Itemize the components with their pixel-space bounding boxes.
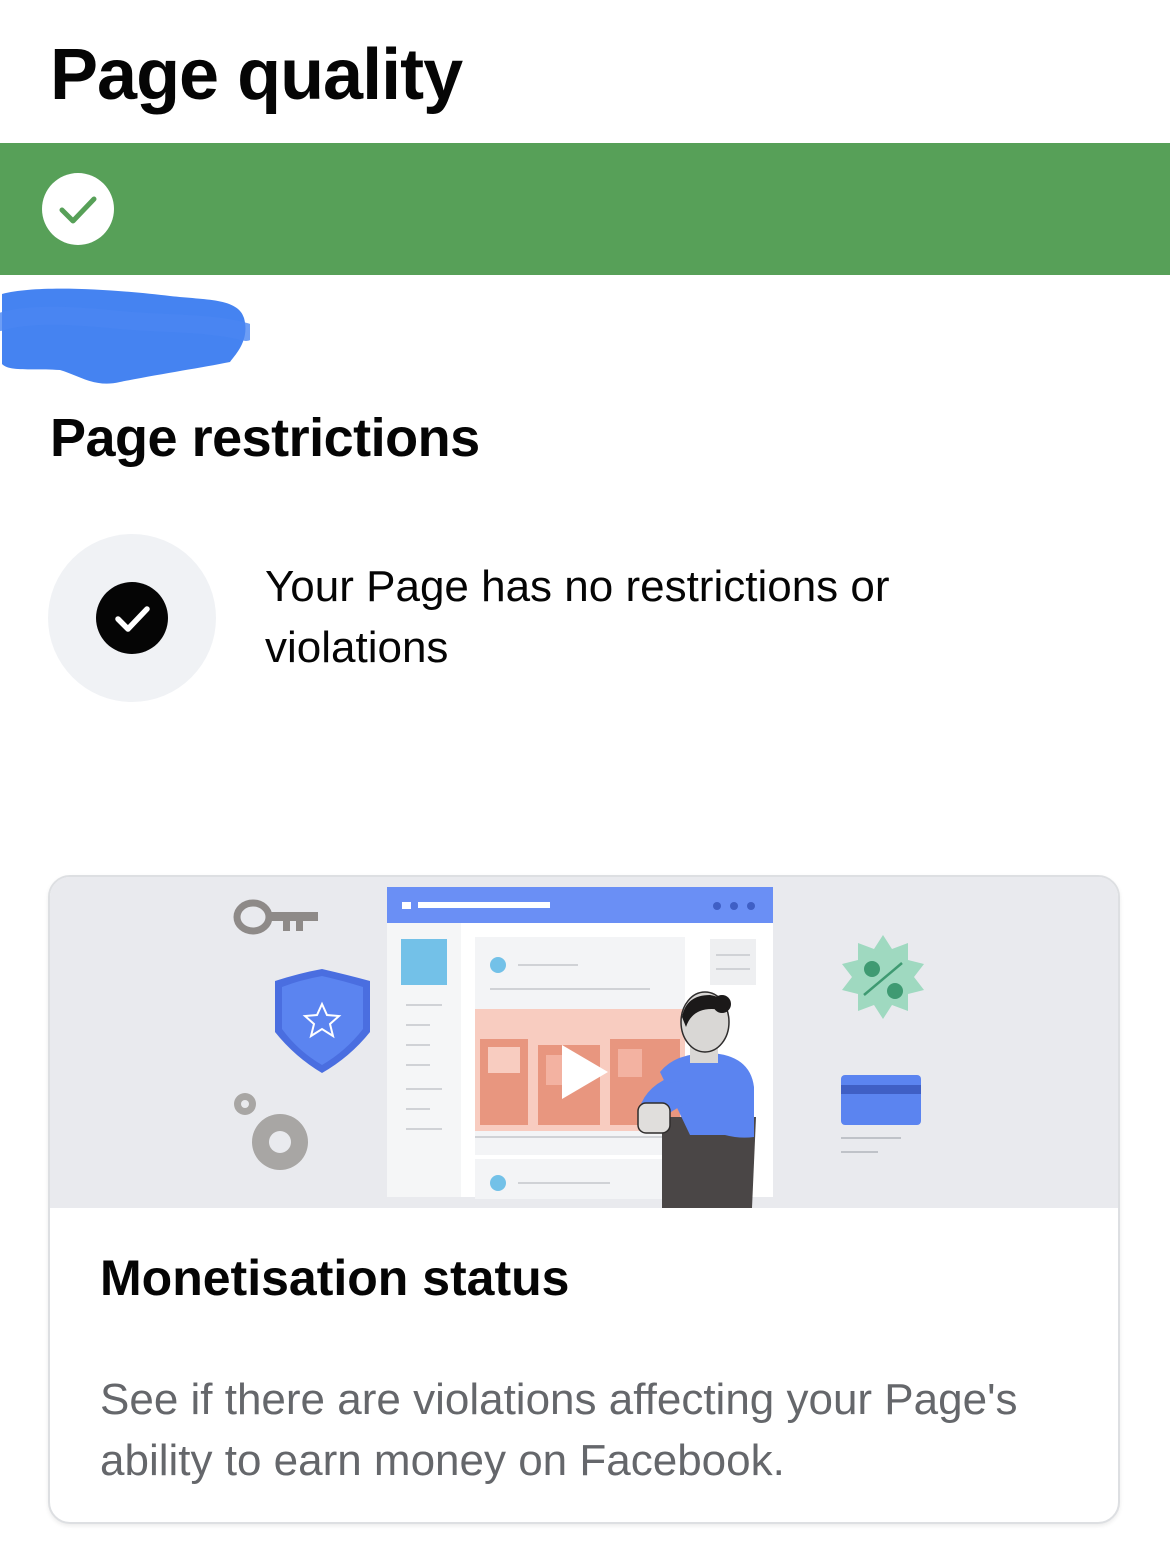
- status-banner: [0, 143, 1170, 275]
- monetisation-status-description: See if there are violations affecting yo…: [100, 1375, 1018, 1485]
- restriction-status-icon-wrapper: [48, 534, 216, 702]
- monetisation-status-title: Monetisation status: [100, 1250, 570, 1306]
- page-title: Page quality: [50, 35, 463, 115]
- monetisation-status-card[interactable]: Monetisation status See if there are vio…: [48, 875, 1120, 1524]
- redacted-page-name: [0, 288, 250, 384]
- checkmark-icon: [96, 582, 168, 654]
- restriction-status-text: Your Page has no restrictions or violati…: [265, 562, 890, 672]
- banner-check-icon: [42, 173, 114, 245]
- page-restrictions-title: Page restrictions: [50, 408, 480, 468]
- monetisation-illustration: [50, 877, 1118, 1208]
